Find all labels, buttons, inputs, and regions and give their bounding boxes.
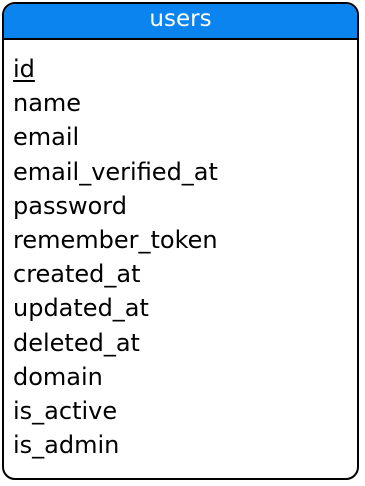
field-is-active[interactable]: is_active — [13, 394, 218, 428]
field-email[interactable]: email — [13, 120, 218, 154]
field-password[interactable]: password — [13, 189, 218, 223]
field-name[interactable]: name — [13, 86, 218, 120]
field-updated-at[interactable]: updated_at — [13, 291, 218, 325]
field-list: id name email email_verified_at password… — [13, 52, 218, 462]
field-email-verified-at[interactable]: email_verified_at — [13, 155, 218, 189]
field-created-at[interactable]: created_at — [13, 257, 218, 291]
field-id-primary-key[interactable]: id — [13, 52, 218, 86]
field-is-admin[interactable]: is_admin — [13, 428, 218, 462]
field-deleted-at[interactable]: deleted_at — [13, 326, 218, 360]
field-domain[interactable]: domain — [13, 360, 218, 394]
entity-title: users — [149, 6, 212, 32]
field-remember-token[interactable]: remember_token — [13, 223, 218, 257]
users-entity-table[interactable]: users id name email email_verified_at pa… — [2, 2, 359, 480]
entity-header: users — [4, 4, 357, 40]
diagram-canvas: users id name email email_verified_at pa… — [0, 0, 365, 486]
